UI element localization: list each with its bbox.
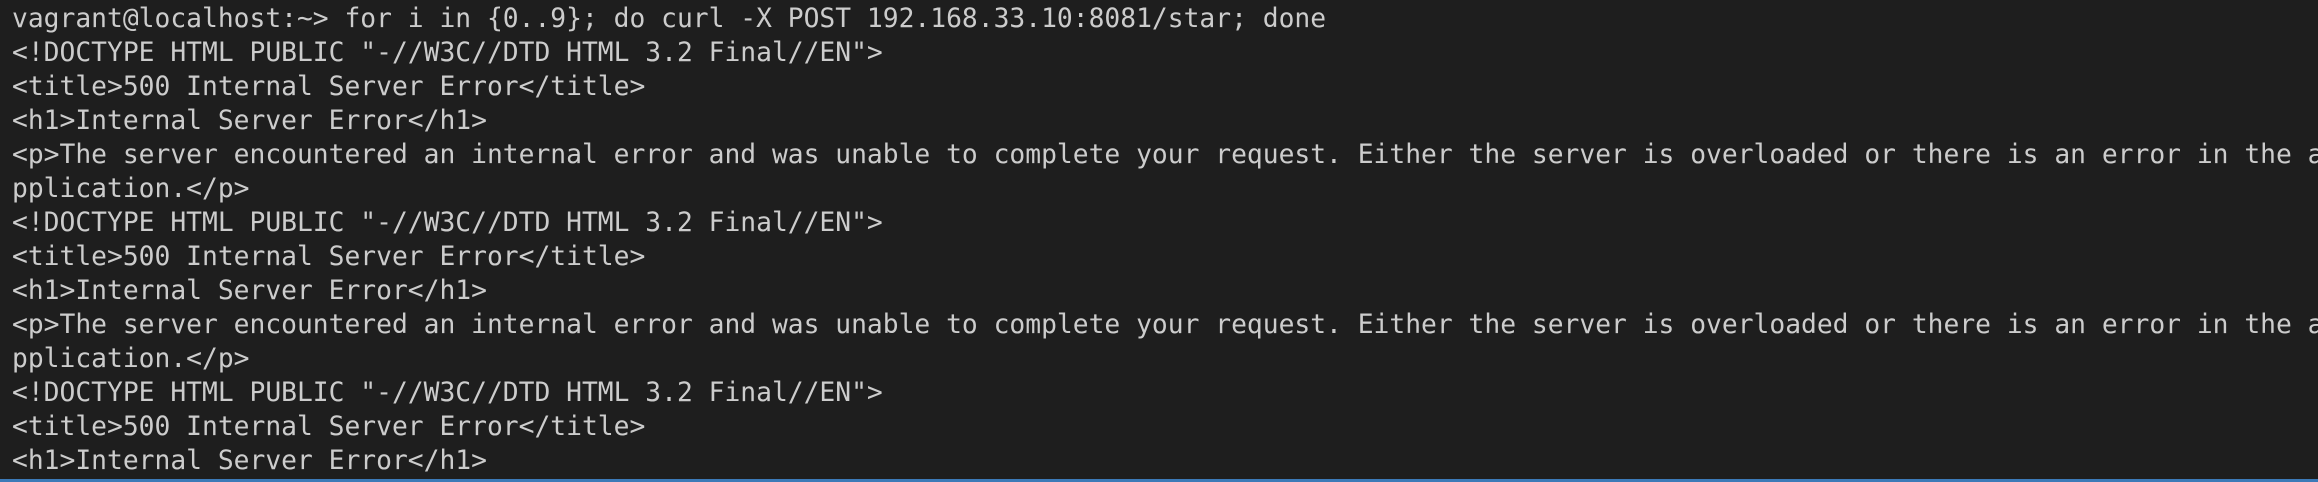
output-line: <!DOCTYPE HTML PUBLIC "-//W3C//DTD HTML … xyxy=(12,378,883,408)
terminal-output[interactable]: vagrant@localhost:~> for i in {0..9}; do… xyxy=(0,0,2318,479)
output-line: <p>The server encountered an internal er… xyxy=(12,310,2318,340)
command-line: vagrant@localhost:~> for i in {0..9}; do… xyxy=(12,4,1327,34)
output-line: <h1>Internal Server Error</h1> xyxy=(12,106,487,136)
output-line: <title>500 Internal Server Error</title> xyxy=(12,242,646,272)
output-line: pplication.</p> xyxy=(12,344,250,374)
output-line: <title>500 Internal Server Error</title> xyxy=(12,72,646,102)
output-line: <p>The server encountered an internal er… xyxy=(12,140,2318,170)
output-line: <h1>Internal Server Error</h1> xyxy=(12,446,487,476)
output-line: <!DOCTYPE HTML PUBLIC "-//W3C//DTD HTML … xyxy=(12,208,883,238)
output-line: <h1>Internal Server Error</h1> xyxy=(12,276,487,306)
output-line: pplication.</p> xyxy=(12,174,250,204)
output-line: <!DOCTYPE HTML PUBLIC "-//W3C//DTD HTML … xyxy=(12,38,883,68)
output-line: <title>500 Internal Server Error</title> xyxy=(12,412,646,442)
